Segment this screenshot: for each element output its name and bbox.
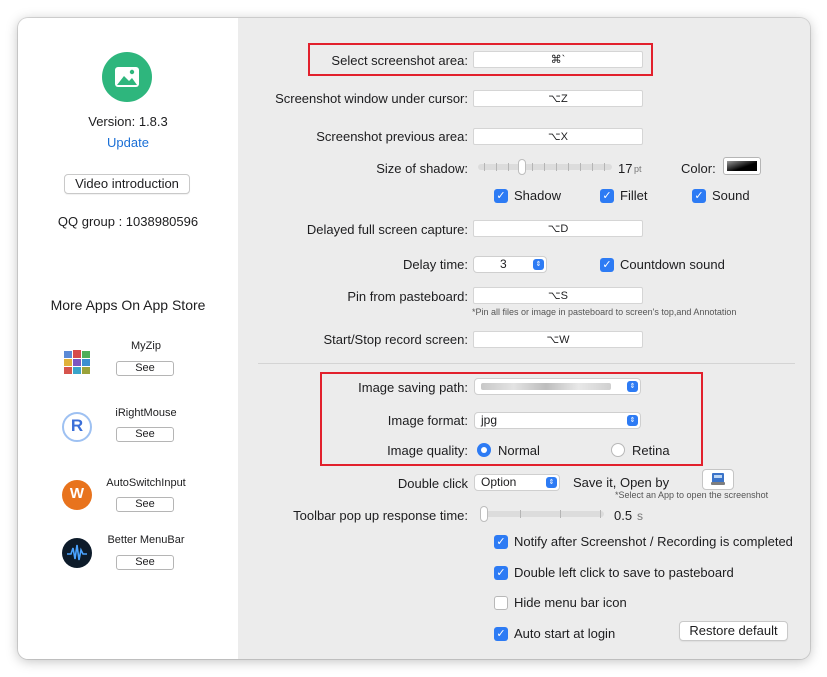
notify-label: Notify after Screenshot / Recording is c… [514,534,793,549]
shadow-size-unit: pt [634,164,642,174]
hide-icon-checkbox[interactable] [494,596,508,610]
chevron-updown-icon: ⇕ [627,381,638,392]
open-with-note: *Select an App to open the screenshot [615,490,769,500]
chevron-updown-icon: ⇕ [546,477,557,488]
see-better-menubar-button[interactable]: See [116,555,174,570]
double-left-checkbox[interactable]: ✓ [494,566,508,580]
shadow-size-value: 17 [618,161,633,176]
previous-area-shortcut-field[interactable]: ⌥X [473,128,643,145]
double-click-value: Option [481,475,517,489]
saving-path-label: Image saving path: [358,380,468,395]
color-swatch [727,161,757,171]
saving-path-redacted [481,383,611,390]
quality-retina-label: Retina [632,443,670,458]
fillet-option-label: Fillet [620,188,648,203]
see-irightmouse-button[interactable]: See [116,427,174,442]
toolbar-time-label: Toolbar pop up response time: [293,508,468,523]
app-name-better-menubar: Better MenuBar [107,534,185,546]
image-format-label: Image format: [387,413,468,428]
record-label: Start/Stop record screen: [323,332,468,347]
delay-time-value: 3 [500,257,507,271]
books-icon [62,348,92,376]
section-divider [258,363,795,364]
open-with-app-button[interactable] [702,469,734,490]
toolbar-time-unit: s [637,509,643,523]
image-icon [115,67,139,87]
open-with-label: Save it, Open by [573,475,670,490]
quality-normal-radio[interactable] [477,443,491,457]
double-click-label: Double click [397,476,468,491]
toolbar-time-value: 0.5 [614,508,633,523]
delay-time-label: Delay time: [402,257,468,272]
fillet-checkbox[interactable]: ✓ [600,189,614,203]
image-format-value: jpg [481,413,498,427]
version-text: Version: 1.8.3 [88,114,168,129]
select-area-shortcut-field[interactable]: ⌘` [473,51,643,68]
r-letter-glyph: R [70,416,84,435]
sound-option-label: Sound [712,188,750,203]
pin-label: Pin from pasteboard: [347,289,468,304]
more-apps-title: More Apps On App Store [50,297,206,313]
shadow-option-label: Shadow [514,188,561,203]
shadow-slider-knob[interactable] [518,159,526,175]
saving-path-select[interactable]: ⇕ [474,378,641,395]
app-name-irightmouse: iRightMouse [115,407,177,419]
toolbar-time-slider[interactable] [480,506,604,522]
video-introduction-button[interactable]: Video introduction [64,174,190,194]
update-link[interactable]: Update [18,135,238,150]
shadow-color-well[interactable] [723,157,761,175]
double-left-label: Double left click to save to pasteboard [514,565,734,580]
previous-area-label: Screenshot previous area: [316,129,468,144]
window-cursor-shortcut-field[interactable]: ⌥Z [473,90,643,107]
notify-checkbox[interactable]: ✓ [494,535,508,549]
app-icon [102,52,152,102]
chevron-updown-icon: ⇕ [533,259,544,270]
shadow-checkbox[interactable]: ✓ [494,189,508,203]
preferences-window: Version: 1.8.3 Update Video introduction… [18,18,810,659]
delayed-capture-label: Delayed full screen capture: [306,222,468,237]
quality-retina-radio[interactable] [611,443,625,457]
app-name-myzip: MyZip [131,340,161,352]
quality-normal-label: Normal [498,443,540,458]
select-area-label: Select screenshot area: [331,53,468,68]
see-myzip-button[interactable]: See [116,361,174,376]
chevron-updown-icon: ⇕ [627,415,638,426]
delayed-capture-shortcut-field[interactable]: ⌥D [473,220,643,237]
settings-panel: Select screenshot area: ⌘` Screenshot wi… [238,18,810,659]
record-shortcut-field[interactable]: ⌥W [473,331,643,348]
preview-app-icon [711,473,725,485]
double-click-select[interactable]: Option ⇕ [474,474,560,491]
auto-start-label: Auto start at login [514,626,616,641]
qq-group-text: QQ group : 1038980596 [57,214,199,229]
hide-icon-label: Hide menu bar icon [514,595,627,610]
image-format-select[interactable]: jpg ⇕ [474,412,641,429]
app-name-autoswitchinput: AutoSwitchInput [106,477,186,489]
shadow-color-label: Color: [681,161,716,176]
auto-start-checkbox[interactable]: ✓ [494,627,508,641]
pin-shortcut-field[interactable]: ⌥S [473,287,643,304]
shadow-size-slider[interactable] [478,159,612,175]
toolbar-time-knob[interactable] [480,506,488,522]
shadow-size-label: Size of shadow: [376,161,468,176]
delay-time-select[interactable]: 3 ⇕ [473,256,547,273]
window-cursor-label: Screenshot window under cursor: [275,91,468,106]
pin-note: *Pin all files or image in pasteboard to… [472,307,737,317]
image-quality-label: Image quality: [387,443,468,458]
see-autoswitchinput-button[interactable]: See [116,497,174,512]
restore-default-button[interactable]: Restore default [679,621,788,641]
sound-checkbox[interactable]: ✓ [692,189,706,203]
countdown-sound-checkbox[interactable]: ✓ [600,258,614,272]
sidebar: Version: 1.8.3 Update Video introduction… [18,18,238,659]
countdown-sound-label: Countdown sound [620,257,725,272]
